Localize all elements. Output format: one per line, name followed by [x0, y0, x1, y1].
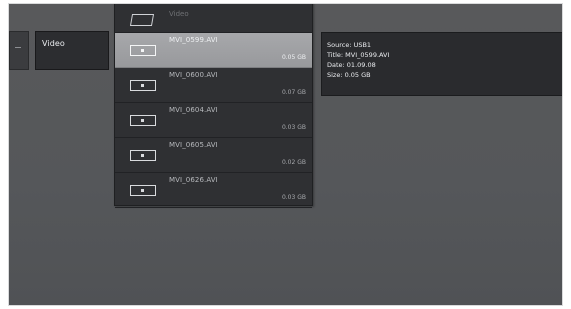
file-name: MVI_0599.AVI — [169, 36, 218, 44]
video-file-icon — [130, 45, 156, 56]
file-size: 0.03 GB — [281, 194, 306, 201]
file-size: 0.03 GB — [281, 124, 306, 131]
file-info-panel: Source: USB1 Title: MVI_0599.AVI Date: 0… — [321, 32, 562, 96]
video-file-icon — [130, 185, 156, 196]
info-source: Source: USB1 — [327, 41, 372, 49]
video-file-icon — [130, 150, 156, 161]
video-file-icon — [130, 115, 156, 126]
folder-name: Video — [169, 10, 189, 18]
category-label: Video — [42, 39, 65, 48]
info-date: Date: 01.09.08 — [327, 61, 376, 69]
minus-icon — [15, 47, 21, 48]
file-name: MVI_0600.AVI — [169, 71, 218, 79]
info-title: Title: MVI_0599.AVI — [327, 51, 390, 59]
file-row-selected[interactable]: MVI_0599.AVI 0.05 GB — [115, 33, 312, 68]
file-name: MVI_0605.AVI — [169, 141, 218, 149]
file-row[interactable]: MVI_0626.AVI 0.03 GB — [115, 173, 312, 208]
file-size: 0.07 GB — [281, 89, 306, 96]
file-size: 0.02 GB — [281, 159, 306, 166]
folder-icon — [129, 14, 155, 26]
file-size: 0.05 GB — [281, 54, 306, 61]
file-name: MVI_0604.AVI — [169, 106, 218, 114]
left-nav-column[interactable] — [9, 31, 29, 70]
file-row[interactable]: MVI_0605.AVI 0.02 GB — [115, 138, 312, 173]
info-size: Size: 0.05 GB — [327, 71, 371, 79]
media-browser-screen: Video Video MVI_0599.AVI 0.05 GB MVI_060… — [9, 4, 562, 305]
video-file-icon — [130, 80, 156, 91]
file-list: Video MVI_0599.AVI 0.05 GB MVI_0600.AVI … — [114, 4, 313, 208]
folder-row[interactable]: Video — [115, 4, 312, 33]
file-row[interactable]: MVI_0604.AVI 0.03 GB — [115, 103, 312, 138]
file-name: MVI_0626.AVI — [169, 176, 218, 184]
file-row[interactable]: MVI_0600.AVI 0.07 GB — [115, 68, 312, 103]
category-panel[interactable]: Video — [35, 31, 109, 70]
